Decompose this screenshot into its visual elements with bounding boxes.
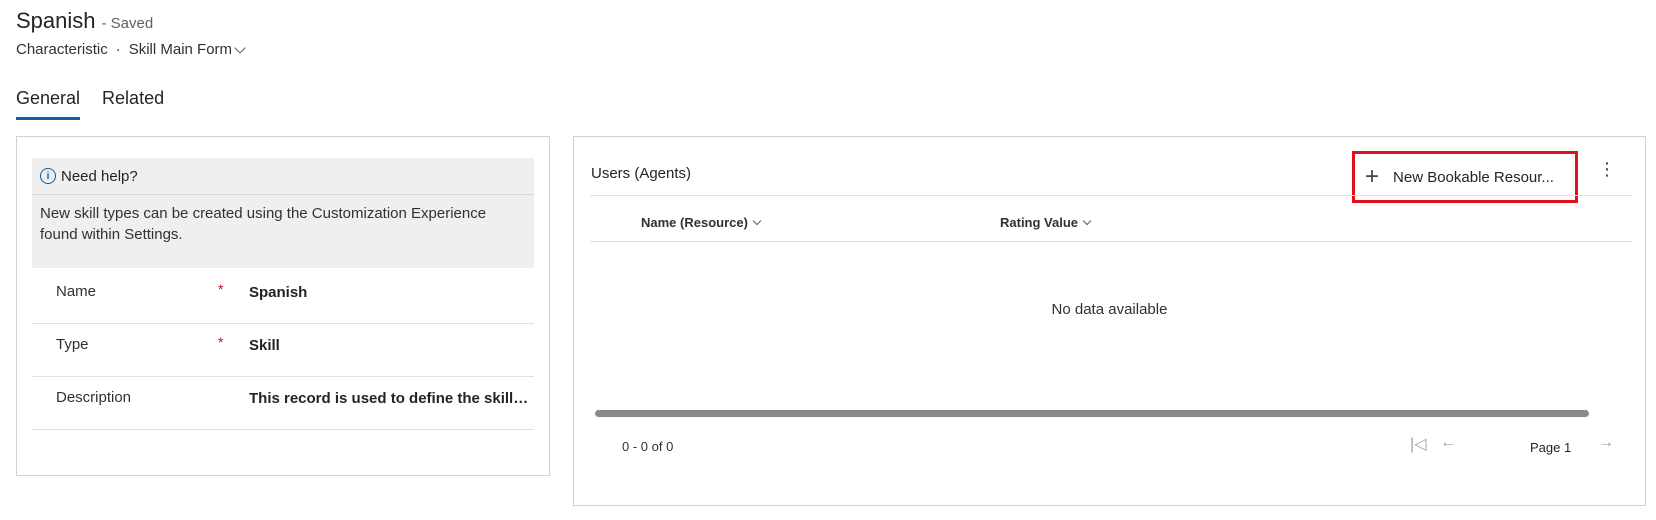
form-name: Skill Main Form (128, 41, 233, 58)
subtitle-separator: · (115, 41, 121, 58)
general-section: i Need help? New skill types can be crea… (16, 136, 550, 476)
column-header-name[interactable]: Name (Resource) (641, 215, 762, 230)
required-marker: * (218, 334, 224, 350)
chevron-down-icon (752, 216, 762, 225)
more-vertical-icon[interactable]: ⋮ (1598, 159, 1616, 180)
record-title: Spanish (16, 8, 96, 33)
name-field: Name * Spanish (32, 268, 534, 324)
save-status: - Saved (101, 15, 154, 32)
divider (590, 195, 1632, 196)
tab-general[interactable]: General (16, 88, 81, 120)
help-text: New skill types can be created using the… (40, 205, 487, 243)
previous-page-icon[interactable]: ← (1440, 434, 1456, 452)
help-panel: i Need help? New skill types can be crea… (32, 158, 534, 268)
page-title: Spanish - Saved (16, 8, 153, 34)
form-subtitle: Characteristic · Skill Main Form (16, 41, 246, 58)
column-header-rating[interactable]: Rating Value (1000, 215, 1092, 230)
description-input[interactable]: This record is used to define the skill … (249, 390, 529, 407)
tab-related[interactable]: Related (102, 88, 164, 120)
empty-state-text: No data available (1051, 301, 1168, 318)
description-field: Description This record is used to defin… (32, 374, 534, 430)
column-label: Name (Resource) (641, 215, 748, 230)
form-selector[interactable]: Skill Main Form (128, 41, 246, 58)
field-label: Description (56, 389, 132, 406)
subgrid-title: Users (Agents) (591, 165, 692, 182)
name-input[interactable]: Spanish (249, 284, 529, 301)
info-icon: i (40, 168, 56, 184)
chevron-down-icon (1082, 216, 1092, 225)
type-input[interactable]: Skill (249, 337, 529, 354)
record-count: 0 - 0 of 0 (622, 439, 674, 454)
users-subgrid: Users (Agents) + New Bookable Resour... … (573, 136, 1646, 506)
chevron-down-icon (234, 41, 246, 54)
field-label: Name (56, 283, 97, 300)
horizontal-scrollbar[interactable] (595, 410, 1589, 417)
type-field: Type * Skill (32, 321, 534, 377)
page-label: Page 1 (1530, 440, 1572, 455)
entity-name: Characteristic (16, 41, 108, 58)
first-page-icon[interactable]: |◁ (1410, 434, 1426, 454)
next-page-icon[interactable]: → (1598, 434, 1614, 452)
field-label: Type (56, 336, 89, 353)
tab-bar: General Related (16, 88, 164, 120)
plus-icon: + (1365, 163, 1380, 190)
help-header: i Need help? (32, 158, 534, 195)
divider (590, 241, 1632, 242)
help-title: Need help? (61, 167, 138, 185)
required-marker: * (218, 281, 224, 297)
new-button-label: New Bookable Resour... (1393, 168, 1554, 186)
column-label: Rating Value (1000, 215, 1079, 230)
